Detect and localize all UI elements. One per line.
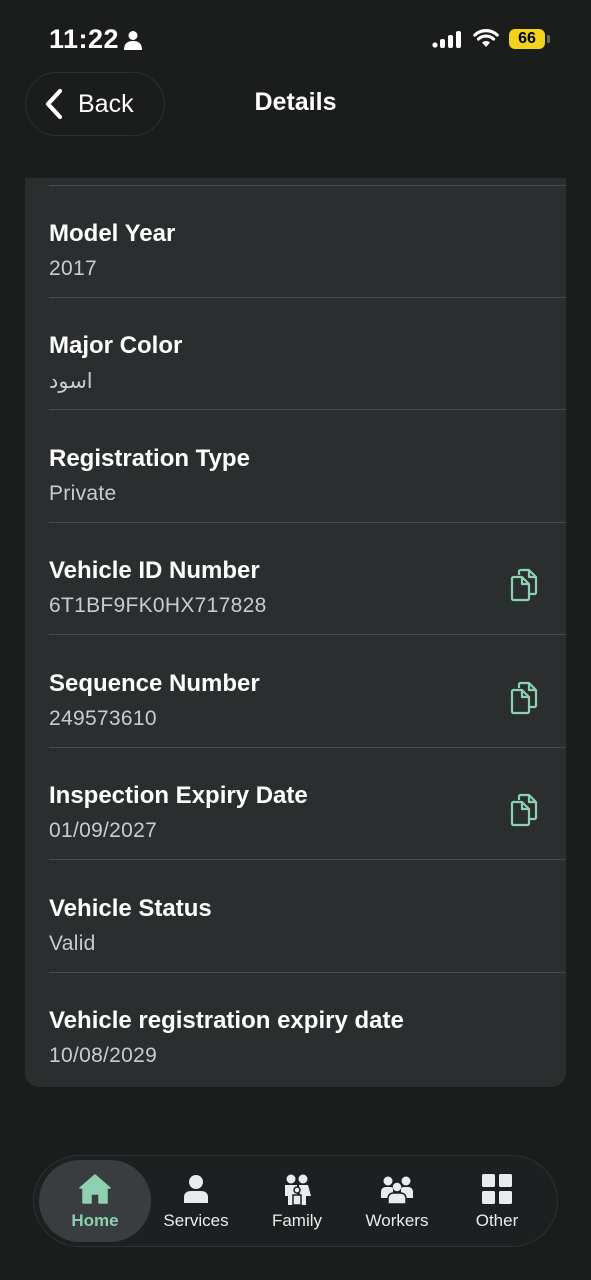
detail-label: Registration Type — [49, 445, 250, 472]
family-icon — [285, 1174, 311, 1206]
detail-value: 6T1BF9FK0HX717828 — [49, 594, 267, 617]
detail-label: Vehicle registration expiry date — [49, 1007, 404, 1034]
detail-label: Vehicle Status — [49, 895, 212, 922]
status-bar: 11:22 66 — [0, 0, 591, 72]
battery-indicator: 66 — [509, 29, 545, 49]
cellular-signal-icon — [432, 31, 461, 48]
detail-value: 249573610 — [49, 707, 157, 730]
detail-label: Sequence Number — [49, 670, 260, 697]
divider — [49, 634, 566, 635]
copy-icon[interactable] — [509, 681, 539, 715]
detail-row-vehicle-id: Vehicle ID Number 6T1BF9FK0HX717828 — [25, 523, 566, 635]
copy-icon[interactable] — [509, 793, 539, 827]
detail-value: 01/09/2027 — [49, 819, 158, 842]
detail-row-registration-expiry: Vehicle registration expiry date 10/08/2… — [25, 973, 566, 1085]
detail-label: Model Year — [49, 220, 176, 247]
battery-tip — [547, 35, 550, 43]
workers-icon — [381, 1176, 413, 1204]
tab-services[interactable]: Services — [146, 1156, 246, 1246]
detail-row-major-color: Major Color اسود — [25, 298, 566, 410]
bottom-tab-bar: Home Services Family Workers Other — [33, 1155, 558, 1247]
person-icon — [184, 1175, 208, 1203]
detail-label: Major Color — [49, 332, 183, 359]
detail-label: Inspection Expiry Date — [49, 782, 308, 809]
detail-value: اسود — [49, 370, 93, 393]
tab-label: Workers — [365, 1211, 429, 1230]
tab-other[interactable]: Other — [447, 1156, 547, 1246]
detail-value: Valid — [49, 932, 96, 955]
divider — [49, 409, 566, 410]
detail-row-registration-type: Registration Type Private — [25, 411, 566, 523]
home-icon — [79, 1174, 111, 1204]
tab-family[interactable]: Family — [247, 1156, 347, 1246]
page-title: Details — [254, 88, 337, 116]
tab-label: Family — [271, 1211, 323, 1230]
detail-value: 2017 — [49, 257, 97, 280]
detail-value: 10/08/2029 — [49, 1044, 158, 1067]
detail-row-sequence-number: Sequence Number 249573610 — [25, 636, 566, 748]
detail-row-model-year: Model Year 2017 — [25, 186, 566, 298]
tab-workers[interactable]: Workers — [347, 1156, 447, 1246]
grid-icon — [482, 1174, 512, 1204]
tab-label: Services — [163, 1211, 229, 1230]
detail-label: Vehicle ID Number — [49, 557, 260, 584]
person-status-icon — [124, 31, 142, 50]
details-card: Model Year 2017 Major Color اسود Registr… — [25, 178, 566, 1087]
detail-value: Private — [49, 482, 117, 505]
tab-label: Other — [475, 1211, 519, 1230]
status-time: 11:22 — [49, 24, 120, 54]
tab-label: Home — [71, 1211, 119, 1230]
tab-home[interactable]: Home — [39, 1160, 151, 1242]
wifi-icon — [473, 29, 499, 47]
detail-row-inspection-expiry: Inspection Expiry Date 01/09/2027 — [25, 748, 566, 860]
copy-icon[interactable] — [509, 568, 539, 602]
divider — [49, 859, 566, 860]
detail-row-vehicle-status: Vehicle Status Valid — [25, 861, 566, 973]
